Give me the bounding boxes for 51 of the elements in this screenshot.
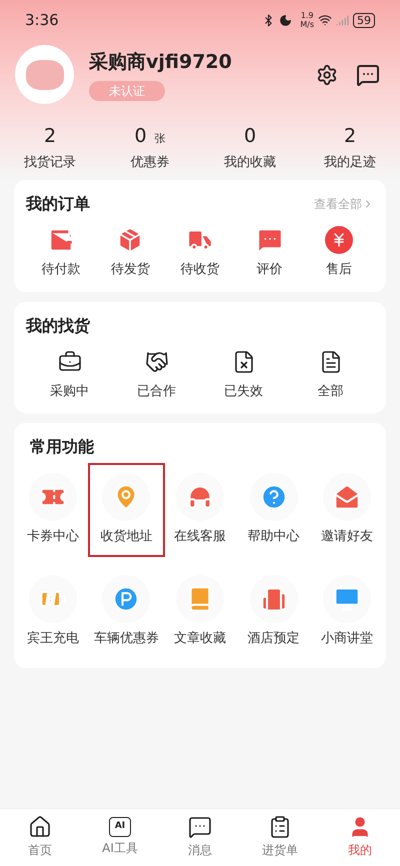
feature-button[interactable]: 帮助中心 — [236, 465, 310, 554]
stat-label[interactable]: 优惠券 — [130, 152, 170, 172]
ai-icon: AI — [109, 817, 131, 837]
stat-value: 0 — [134, 124, 147, 149]
feature-button[interactable]: 在线客服 — [163, 465, 237, 554]
tab-bar-item[interactable]: 我的 — [320, 809, 400, 866]
stat-unit: 张 — [154, 131, 166, 147]
tab-bar-item[interactable]: 消息 — [160, 809, 240, 866]
feature-button[interactable]: 卡券中心 — [16, 465, 90, 554]
feature-button[interactable]: 小商讲堂 — [310, 566, 384, 656]
section-title: 我的找货 — [26, 316, 90, 334]
handshake-icon — [144, 350, 168, 374]
settings-icon[interactable] — [316, 64, 338, 86]
tab-bar-item[interactable]: 首页 — [0, 809, 80, 866]
wifi-icon — [318, 13, 332, 27]
order-status-button[interactable]: 售后 — [304, 226, 374, 280]
order-status-button[interactable]: 待发货 — [96, 226, 166, 280]
sourcing-status-button[interactable]: 已合作 — [113, 350, 200, 401]
feature-button[interactable]: 收货地址 — [90, 465, 164, 554]
stat-value: 2 — [44, 124, 56, 149]
feature-button[interactable]: 酒店预定 — [236, 566, 310, 656]
order-status-button[interactable]: 待收货 — [165, 226, 235, 280]
clipboard-icon — [268, 815, 292, 839]
stat-label[interactable]: 我的收藏 — [224, 152, 276, 172]
stat-label[interactable]: 找货记录 — [24, 152, 76, 172]
order-status-button[interactable]: 待付款 — [26, 226, 96, 280]
yen-icon — [325, 226, 354, 254]
message-icon[interactable] — [356, 62, 380, 86]
stat-label[interactable]: 我的足迹 — [324, 152, 376, 172]
network-speed: 1.9 M/s — [300, 11, 314, 29]
feature-button[interactable]: 文章收藏 — [163, 566, 237, 656]
feature-button[interactable]: 宾王充电 — [16, 566, 90, 656]
tab-bar-item[interactable]: AI AI工具 — [80, 809, 160, 866]
section-title: 我的订单 — [26, 193, 90, 215]
tab-bar-item[interactable]: 进货单 — [240, 809, 320, 866]
feature-button[interactable]: 邀请好友 — [310, 465, 384, 554]
stat-value: 0 — [244, 124, 256, 149]
sourcing-status-button[interactable]: 已失效 — [200, 350, 287, 401]
order-status-button[interactable]: 评价 — [234, 226, 304, 280]
home-icon — [28, 815, 52, 839]
stat-value: 2 — [344, 124, 356, 149]
section-title: 常用功能 — [30, 437, 94, 456]
bag-icon — [58, 350, 82, 374]
chat-icon — [188, 815, 212, 839]
sourcing-status-button[interactable]: 全部 — [287, 350, 374, 401]
battery-level: 59 — [353, 12, 375, 28]
sourcing-status-button[interactable]: 采购中 — [26, 350, 113, 401]
moon-icon — [279, 14, 292, 26]
feature-button[interactable]: 车辆优惠券 — [90, 566, 164, 656]
clock: 3:36 — [25, 10, 59, 31]
user-name: 采购商vjfi9720 — [89, 50, 232, 76]
